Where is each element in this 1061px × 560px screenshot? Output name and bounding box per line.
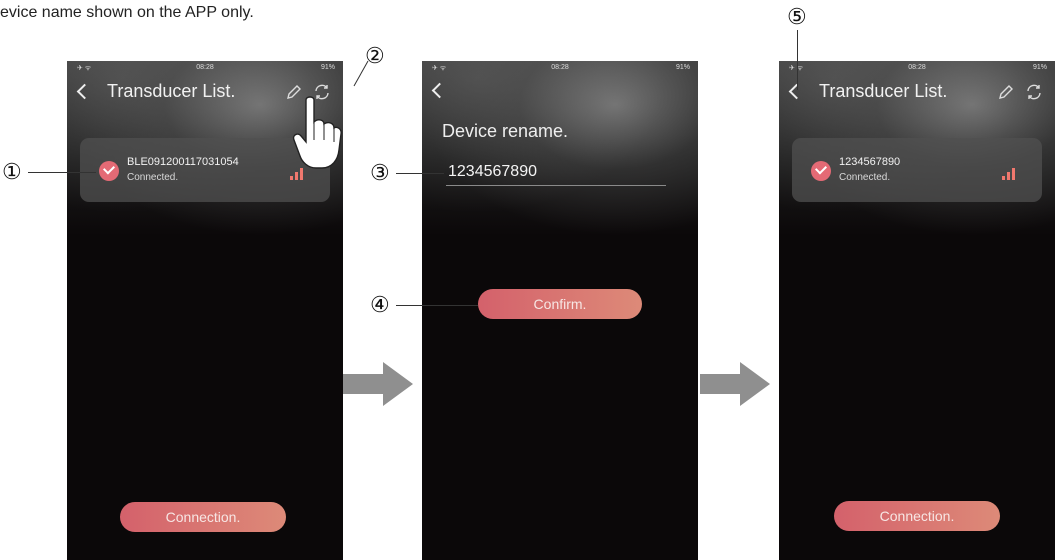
confirm-button[interactable]: Confirm. — [478, 289, 642, 319]
refresh-icon[interactable] — [1025, 83, 1043, 101]
callout-3: ③ — [370, 160, 390, 185]
signal-icon — [1002, 168, 1016, 180]
status-battery: 91% — [1032, 64, 1047, 71]
intro-text: evice name shown on the APP only. — [0, 4, 254, 21]
callout-5: ⑤ — [787, 4, 807, 29]
callout-line — [396, 305, 478, 306]
device-status: Connected. — [839, 172, 891, 183]
status-bar: ✈ ᯤ 08:28 91% — [779, 61, 1055, 77]
phone-screen-3: ✈ ᯤ 08:28 91% Transducer List. 123456789… — [779, 61, 1055, 560]
device-name: 1234567890 — [839, 156, 901, 168]
connection-button[interactable]: Connection. — [834, 501, 1000, 531]
callout-line — [396, 173, 444, 174]
callout-line — [28, 172, 96, 173]
flow-arrow-icon — [700, 362, 770, 406]
pencil-icon[interactable] — [997, 83, 1015, 101]
connection-button[interactable]: Connection. — [120, 502, 286, 532]
page-title: Transducer List. — [819, 81, 948, 101]
flow-arrow-icon — [343, 362, 413, 406]
device-name: BLE091200117031054 — [127, 156, 239, 168]
status-bar: ✈ ᯤ 08:28 91% — [422, 61, 698, 77]
rename-input[interactable]: 1234567890 — [446, 161, 666, 186]
device-status: Connected. — [127, 172, 179, 183]
status-battery: 91% — [675, 64, 690, 71]
status-time: 08:28 — [551, 64, 569, 71]
callout-line — [797, 30, 798, 90]
callout-line — [353, 60, 369, 87]
background-photo — [422, 61, 698, 236]
status-bar: ✈ ᯤ 08:28 91% — [67, 61, 343, 77]
status-time: 08:28 — [908, 64, 926, 71]
status-time: 08:28 — [196, 64, 214, 71]
rename-heading: Device rename. — [442, 121, 569, 141]
page-title: Transducer List. — [107, 81, 236, 101]
rename-input-value: 1234567890 — [448, 163, 537, 180]
hand-pointer-icon — [292, 96, 342, 169]
status-battery: 91% — [320, 64, 335, 71]
check-icon — [99, 161, 119, 181]
phone-screen-2: ✈ ᯤ 08:28 91% Device rename. 1234567890 … — [422, 61, 698, 560]
device-card[interactable]: 1234567890 Connected. — [792, 138, 1042, 202]
callout-4: ④ — [370, 292, 390, 317]
callout-1: ① — [2, 159, 22, 184]
check-icon — [811, 161, 831, 181]
